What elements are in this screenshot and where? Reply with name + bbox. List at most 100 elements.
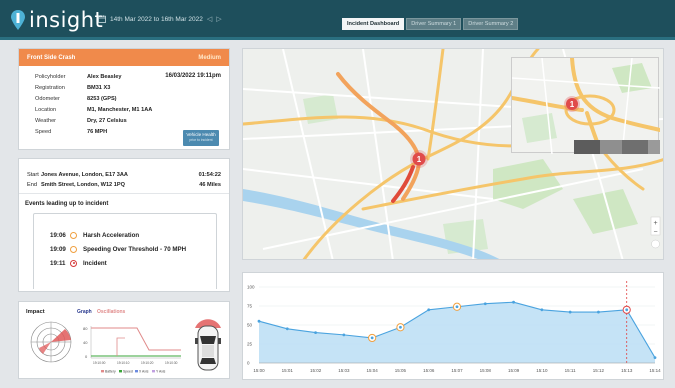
y-tick-label: 0 [247,361,250,366]
dashboard-tabs: Incident Dashboard Driver Summary 1 Driv… [342,18,519,30]
zoom-in-icon: + [653,220,657,227]
incident-map[interactable]: 1 + − 1 [242,48,664,260]
zoom-out-icon: − [653,229,657,236]
field-label: Registration [35,85,65,91]
tab-oscillations[interactable]: Oscillations [97,309,125,315]
location-pin-icon [11,10,25,30]
data-point [399,325,402,329]
journey-end-label: End [27,182,37,188]
inset-map-canvas[interactable]: 1 [510,56,662,156]
y-tick-label: 50 [247,323,253,328]
list-item[interactable]: 19:11 Incident [50,258,107,268]
vehicle-health-label: Vehicle Health [186,132,216,137]
events-title: Events leading up to incident [25,201,109,207]
field-label: Odometer [35,96,60,102]
y-tick-label: 75 [247,304,253,309]
impact-title: Impact [26,309,45,315]
inset-incident-marker[interactable]: 1 [564,96,580,112]
journey-distance: 46 Miles [199,182,221,188]
street-photo-thumb [622,140,648,154]
mini-x-tick: 19:10:00 [93,361,106,365]
field-value: Dry, 27 Celsius [87,118,127,124]
x-tick-label: 15:00 [253,368,265,373]
x-tick-label: 15:05 [395,368,407,373]
x-tick-label: 15:09 [508,368,520,373]
field-label: Policyholder [35,74,66,80]
mini-y-tick: 0 [85,354,88,359]
field-value: Alex Beasley [87,74,122,80]
incident-marker[interactable]: 1 [410,150,428,168]
street-photo-thumb [574,140,600,154]
x-tick-label: 15:08 [480,368,492,373]
tab-graph[interactable]: Graph [77,309,92,315]
field-value: 76 MPH [87,129,108,135]
data-point [540,308,544,312]
x-tick-label: 15:03 [338,368,350,373]
data-point [285,327,289,331]
speed-chart-card: 0 25 50 75 100 15:00 15:01 15:02 15:03 15:04 15:05… [242,272,664,380]
list-item[interactable]: 19:06 Harsh Acceleration [50,230,139,240]
date-range-picker[interactable]: 14th Mar 2022 to 16th Mar 2022 ◁ ▷ [98,15,223,23]
app-name: insight [29,8,104,32]
incident-header: Front Side Crash Medium [19,49,229,66]
zoom-controls[interactable]: + − [650,216,661,236]
event-time: 19:11 [50,259,66,267]
events-list: 19:06 Harsh Acceleration 19:09 Speeding … [33,213,217,289]
x-tick-label: 15:07 [451,368,463,373]
x-tick-label: 15:01 [282,368,294,373]
mini-legend: X Axis [139,370,149,374]
incident-card: Front Side Crash Medium 16/03/2022 19:11… [18,48,230,150]
field-label: Speed [35,129,52,135]
data-point [370,336,374,340]
inset-marker-label: 1 [570,100,575,109]
divider [19,193,229,194]
vehicle-health-button[interactable]: Vehicle Health prior to incident [183,130,219,146]
tab-incident-dashboard[interactable]: Incident Dashboard [342,18,405,30]
data-point [257,319,261,323]
marker-label: 1 [417,155,422,164]
data-point [512,300,515,304]
incident-datetime: 16/03/2022 19:11pm [165,73,221,79]
date-nav-arrows-icon[interactable]: ◁ ▷ [207,15,223,23]
journey-card: Start Jones Avenue, London, E17 3AA 01:5… [18,158,230,292]
journey-duration: 01:54:22 [198,172,221,178]
legend-swatch [101,370,104,373]
app-logo[interactable]: insight [10,8,103,32]
impact-radar-icon [30,321,72,363]
data-point [568,310,572,314]
street-photo-thumb [648,140,660,154]
data-point [483,302,487,306]
mini-x-tick: 19:10:10 [117,361,130,365]
x-tick-label: 15:06 [423,368,435,373]
data-point [342,333,346,337]
legend-swatch [119,370,122,373]
speed-area-chart[interactable]: 0 25 50 75 100 15:00 15:01 15:02 15:03 15:04 15:05… [243,273,665,381]
field-label: Location [35,107,57,113]
tab-driver-summary-2[interactable]: Driver Summary 2 [463,18,519,30]
mini-legend: Y Axis [156,370,166,374]
mini-series-spike [116,337,125,356]
tab-driver-summary-1[interactable]: Driver Summary 1 [406,18,462,30]
data-point [427,308,431,312]
journey-start-row: Start Jones Avenue, London, E17 3AA 01:5… [27,172,221,180]
mini-y-tick: 80 [83,326,88,331]
list-item[interactable]: 19:09 Speeding Over Threshold - 70 MPH [50,244,186,254]
top-bar: insight 14th Mar 2022 to 16th Mar 2022 ◁… [0,0,675,40]
x-tick-label: 15:12 [593,368,605,373]
data-point [597,310,600,314]
field-value: BM31 X3 [87,85,111,91]
mini-legend: Speed [123,370,133,374]
calendar-icon [98,15,106,23]
field-label: Weather [35,118,57,124]
journey-start-label: Start [27,172,39,178]
mini-y-tick: 40 [83,340,88,345]
data-point [455,305,459,309]
date-range-text: 14th Mar 2022 to 16th Mar 2022 [110,15,203,23]
y-tick-label: 25 [247,342,253,347]
mini-series-battery [91,327,181,351]
x-tick-label: 15:14 [649,368,661,373]
car-damage-icon [195,319,221,371]
field-value: M1, Manchester, M1 1AA [87,107,153,113]
event-time: 19:06 [50,231,66,239]
inset-map[interactable]: 1 [510,56,662,156]
